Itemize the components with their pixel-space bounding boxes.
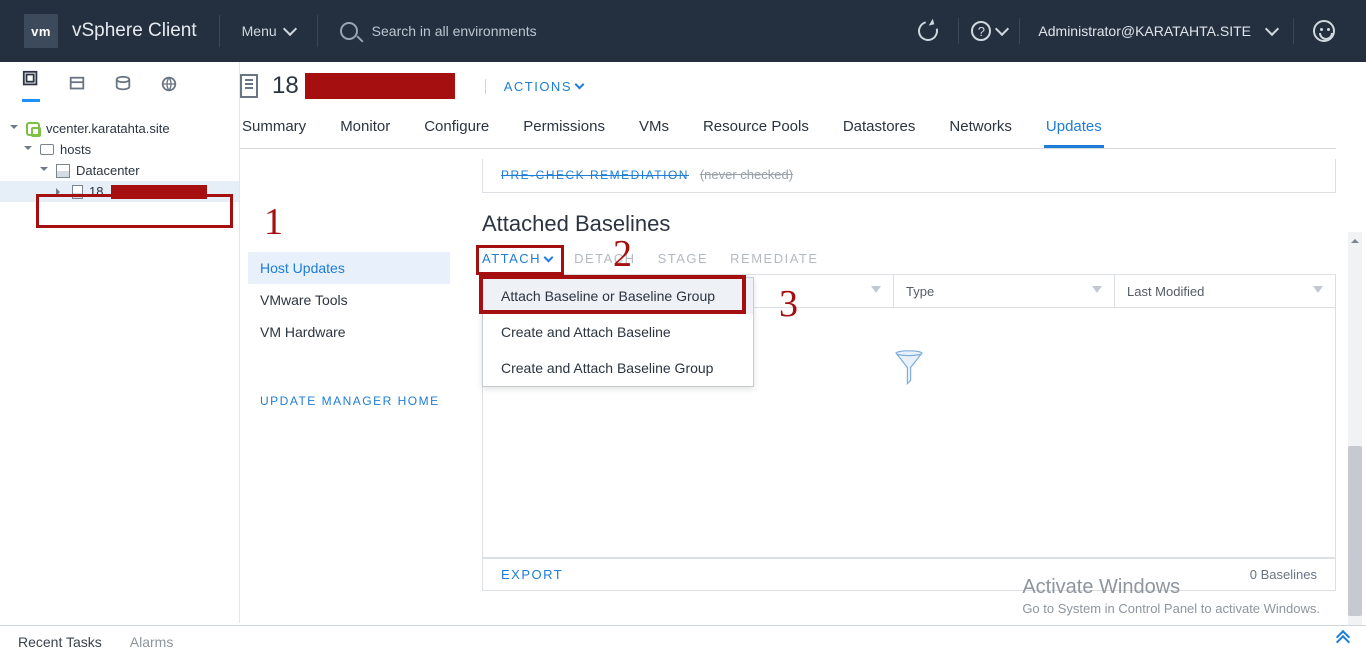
precheck-card: PRE-CHECK REMEDIATION (never checked) (482, 159, 1336, 193)
vmware-logo: vm (24, 14, 58, 48)
chevron-down-icon (544, 252, 554, 262)
expand-panel-button[interactable] (1338, 634, 1348, 650)
hosts-clusters-tab-icon[interactable] (22, 70, 40, 102)
update-manager-home-link[interactable]: UPDATE MANAGER HOME (248, 394, 450, 408)
refresh-icon (915, 17, 942, 44)
datacenter-icon (56, 164, 70, 178)
client-title: vSphere Client (72, 20, 197, 42)
host-icon (72, 185, 83, 199)
actions-menu[interactable]: ACTIONS (485, 79, 583, 94)
networking-tab-icon[interactable] (160, 75, 178, 98)
search-placeholder: Search in all environments (372, 23, 537, 39)
empty-funnel-icon (889, 350, 929, 390)
inventory-nav: vcenter.karatahta.site hosts Datacenter … (0, 62, 240, 623)
smile-icon (1313, 20, 1335, 42)
detach-button: DETACH (574, 251, 635, 266)
sidebar-vmware-tools[interactable]: VMware Tools (248, 284, 450, 316)
help-icon: ? (971, 21, 991, 41)
stage-button: STAGE (658, 251, 709, 266)
refresh-button[interactable] (908, 21, 948, 41)
detail-tabs: Summary Monitor Configure Permissions VM… (240, 118, 1336, 149)
attach-dropdown: Attach Baseline or Baseline Group Create… (482, 277, 754, 387)
chevron-down-icon (1265, 22, 1279, 36)
tab-summary[interactable]: Summary (240, 118, 308, 148)
tree-datacenter[interactable]: Datacenter (0, 160, 239, 181)
tab-updates[interactable]: Updates (1044, 118, 1104, 148)
user-menu[interactable]: Administrator@KARATAHTA.SITE (1030, 23, 1277, 39)
tree-vcenter[interactable]: vcenter.karatahta.site (0, 118, 239, 139)
create-attach-baseline[interactable]: Create and Attach Baseline (483, 314, 753, 350)
chevron-down-icon (995, 22, 1009, 36)
attached-baselines-heading: Attached Baselines (482, 211, 1336, 237)
folder-icon (40, 144, 54, 155)
host-icon (240, 74, 258, 98)
bottom-panel: Recent Tasks Alarms (0, 625, 1366, 658)
global-search[interactable]: Search in all environments (340, 22, 909, 40)
attach-button[interactable]: ATTACH (482, 251, 552, 266)
windows-watermark: Activate Windows Go to System in Control… (1022, 576, 1320, 616)
chevron-down-icon (575, 80, 585, 90)
chevron-down-icon (283, 22, 297, 36)
feedback-button[interactable] (1304, 20, 1344, 42)
tab-vms[interactable]: VMs (637, 118, 671, 148)
redacted-mask (305, 73, 455, 99)
filter-icon (1092, 286, 1102, 296)
vertical-scrollbar[interactable] (1348, 232, 1362, 652)
top-bar: vm vSphere Client Menu Search in all env… (0, 0, 1366, 62)
col-type[interactable]: Type (893, 275, 1114, 307)
storage-tab-icon[interactable] (114, 75, 132, 98)
vms-templates-tab-icon[interactable] (68, 75, 86, 98)
filter-icon (1313, 286, 1323, 296)
inventory-tree: vcenter.karatahta.site hosts Datacenter … (0, 108, 239, 202)
scrollbar-thumb[interactable] (1348, 446, 1362, 616)
remediate-button: REMEDIATE (730, 251, 818, 266)
tree-host[interactable]: 18 (0, 181, 239, 202)
tab-datastores[interactable]: Datastores (841, 118, 918, 148)
export-link[interactable]: EXPORT (501, 567, 563, 582)
page-title: 18 (272, 72, 455, 100)
attach-baseline-or-group[interactable]: Attach Baseline or Baseline Group (483, 278, 753, 314)
menu-button[interactable]: Menu (242, 23, 295, 39)
tree-folder[interactable]: hosts (0, 139, 239, 160)
baseline-actions-row: ATTACH DETACH STAGE REMEDIATE Attach Bas… (482, 251, 1336, 266)
tab-configure[interactable]: Configure (422, 118, 491, 148)
tab-networks[interactable]: Networks (947, 118, 1014, 148)
search-icon (340, 22, 358, 40)
col-last-modified[interactable]: Last Modified (1114, 275, 1335, 307)
sidebar-host-updates[interactable]: Host Updates (248, 252, 450, 284)
tab-permissions[interactable]: Permissions (521, 118, 607, 148)
chevrons-up-icon (1338, 637, 1348, 647)
recent-tasks-tab[interactable]: Recent Tasks (18, 634, 102, 650)
alarms-tab[interactable]: Alarms (130, 634, 174, 650)
updates-sidebar: Host Updates VMware Tools VM Hardware UP… (240, 228, 458, 408)
tab-resource-pools[interactable]: Resource Pools (701, 118, 811, 148)
sidebar-vm-hardware[interactable]: VM Hardware (248, 316, 450, 348)
vcenter-icon (26, 122, 40, 136)
precheck-remediation-link[interactable]: PRE-CHECK REMEDIATION (501, 168, 689, 182)
tab-monitor[interactable]: Monitor (338, 118, 392, 148)
help-button[interactable]: ? (969, 21, 1009, 41)
redacted-mask (111, 185, 207, 199)
create-attach-baseline-group[interactable]: Create and Attach Baseline Group (483, 350, 753, 386)
filter-icon (871, 286, 881, 296)
